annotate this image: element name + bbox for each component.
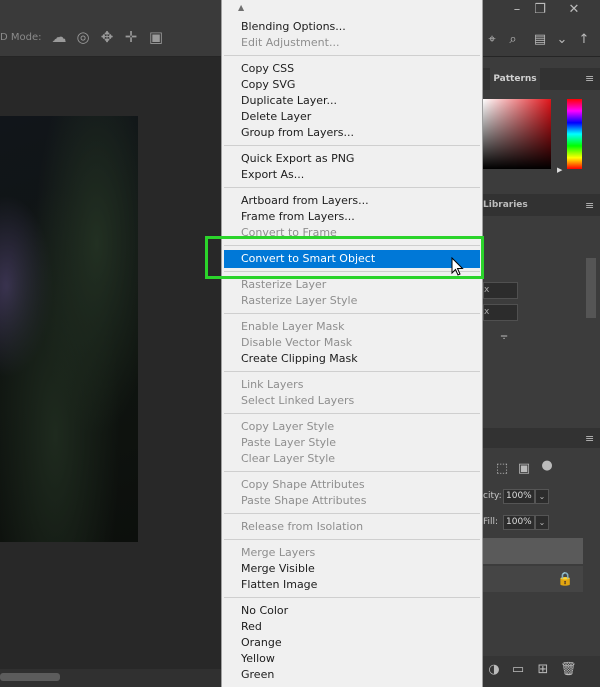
- mode-label: D Mode:: [0, 32, 42, 43]
- trash-icon[interactable]: 🗑: [560, 662, 577, 678]
- menu-separator: [224, 513, 480, 514]
- menu-item-red[interactable]: Red: [241, 619, 262, 635]
- fill-input[interactable]: 100%: [503, 515, 535, 530]
- adjustment-layer-icon[interactable]: ◑: [486, 662, 502, 678]
- menu-separator: [224, 597, 480, 598]
- lock-icon: 🔒: [557, 572, 574, 587]
- menu-separator: [224, 371, 480, 372]
- chevron-down-icon[interactable]: ⌄: [535, 515, 549, 530]
- globe-icon[interactable]: ⌖: [484, 32, 500, 48]
- menu-item-blending-options[interactable]: Blending Options...: [241, 19, 346, 35]
- menu-item-quick-export-as-png[interactable]: Quick Export as PNG: [241, 151, 354, 167]
- document-image[interactable]: [0, 116, 138, 542]
- menu-item-copy-svg[interactable]: Copy SVG: [241, 77, 295, 93]
- menu-item-select-linked-layers: Select Linked Layers: [241, 394, 355, 407]
- hue-slider-handle-icon[interactable]: ▶: [557, 166, 562, 174]
- menu-item-artboard-from-layers[interactable]: Artboard from Layers...: [241, 193, 369, 209]
- menu-item-export-as[interactable]: Export As...: [241, 167, 304, 183]
- properties-field[interactable]: x: [483, 282, 518, 299]
- panel-scrollbar[interactable]: [586, 258, 596, 318]
- properties-field[interactable]: x: [483, 304, 518, 321]
- restore-icon[interactable]: ❐: [532, 2, 548, 18]
- new-group-icon[interactable]: ▭: [510, 662, 526, 678]
- layer-row-selected[interactable]: [483, 538, 583, 564]
- panel-menu-icon[interactable]: ≡: [585, 432, 594, 445]
- menu-separator: [224, 55, 480, 56]
- roll-3d-icon[interactable]: ◎: [73, 27, 93, 47]
- rotate-3d-icon[interactable]: ☁: [49, 27, 69, 47]
- panel-menu-icon[interactable]: ≡: [585, 199, 594, 212]
- menu-separator: [224, 145, 480, 146]
- video-camera-icon[interactable]: ▣: [146, 27, 166, 47]
- opacity-input[interactable]: 100%: [503, 489, 535, 504]
- share-icon[interactable]: ↑: [576, 32, 592, 48]
- opacity-label: city:: [483, 491, 502, 501]
- menu-item-yellow[interactable]: Yellow: [241, 651, 275, 667]
- menu-item-link-layers: Link Layers: [241, 378, 304, 391]
- chevron-down-icon[interactable]: ⌄: [554, 32, 570, 48]
- menu-item-rasterize-layer-style: Rasterize Layer Style: [241, 294, 358, 307]
- drag-3d-icon[interactable]: ✥: [97, 27, 117, 47]
- menu-item-copy-css[interactable]: Copy CSS: [241, 61, 294, 77]
- align-icon[interactable]: ⨪: [496, 328, 512, 344]
- menu-item-delete-layer[interactable]: Delete Layer: [241, 109, 311, 125]
- close-icon[interactable]: ✕: [566, 2, 582, 18]
- menu-item-duplicate-layer[interactable]: Duplicate Layer...: [241, 93, 337, 109]
- menu-item-rasterize-layer: Rasterize Layer: [241, 278, 327, 291]
- menu-separator: [224, 471, 480, 472]
- layers-panel-tabbar: [483, 428, 600, 448]
- lock-artboard-icon[interactable]: ⬚: [494, 461, 510, 477]
- menu-separator: [224, 313, 480, 314]
- menu-item-paste-shape-attributes: Paste Shape Attributes: [241, 494, 367, 507]
- menu-item-clear-layer-style: Clear Layer Style: [241, 452, 336, 465]
- chevron-down-icon[interactable]: ⌄: [535, 489, 549, 504]
- menu-item-group-from-layers[interactable]: Group from Layers...: [241, 125, 354, 141]
- menu-separator: [224, 413, 480, 414]
- menu-item-copy-shape-attributes: Copy Shape Attributes: [241, 478, 365, 491]
- tab-patterns[interactable]: Patterns: [490, 68, 540, 90]
- menu-item-enable-layer-mask: Enable Layer Mask: [241, 320, 345, 333]
- annotation-highlight-box: [205, 236, 484, 279]
- menu-item-frame-from-layers[interactable]: Frame from Layers...: [241, 209, 355, 225]
- hue-slider[interactable]: [567, 99, 582, 169]
- search-icon[interactable]: ⌕: [505, 32, 521, 48]
- menu-separator: [224, 539, 480, 540]
- new-layer-icon[interactable]: ⊞: [535, 662, 551, 678]
- color-picker-field[interactable]: [483, 99, 551, 169]
- panel-menu-icon[interactable]: ≡: [585, 72, 594, 85]
- menu-item-merge-visible[interactable]: Merge Visible: [241, 561, 315, 577]
- scroll-up-arrow-icon[interactable]: ▲: [238, 3, 244, 12]
- menu-item-copy-layer-style: Copy Layer Style: [241, 420, 335, 433]
- mouse-cursor-icon: [451, 256, 465, 281]
- pin-icon[interactable]: ●: [539, 458, 555, 474]
- menu-item-flatten-image[interactable]: Flatten Image: [241, 577, 317, 593]
- lock-all-icon[interactable]: ▣: [516, 461, 532, 477]
- menu-item-merge-layers: Merge Layers: [241, 546, 316, 559]
- menu-item-edit-adjustment: Edit Adjustment...: [241, 36, 340, 49]
- menu-separator: [224, 187, 480, 188]
- fill-label: Fill:: [483, 517, 499, 527]
- menu-item-create-clipping-mask[interactable]: Create Clipping Mask: [241, 351, 358, 367]
- menu-item-disable-vector-mask: Disable Vector Mask: [241, 336, 353, 349]
- minimize-icon[interactable]: –: [509, 2, 525, 18]
- menu-item-no-color[interactable]: No Color: [241, 603, 288, 619]
- workspace-icon[interactable]: ▤: [532, 32, 548, 48]
- tab-libraries[interactable]: Libraries: [483, 194, 528, 216]
- slide-3d-icon[interactable]: ✛: [121, 27, 141, 47]
- scrollbar-thumb[interactable]: [0, 673, 60, 681]
- menu-item-release-from-isolation: Release from Isolation: [241, 520, 364, 533]
- menu-item-green[interactable]: Green: [241, 667, 274, 683]
- menu-item-orange[interactable]: Orange: [241, 635, 282, 651]
- menu-item-paste-layer-style: Paste Layer Style: [241, 436, 336, 449]
